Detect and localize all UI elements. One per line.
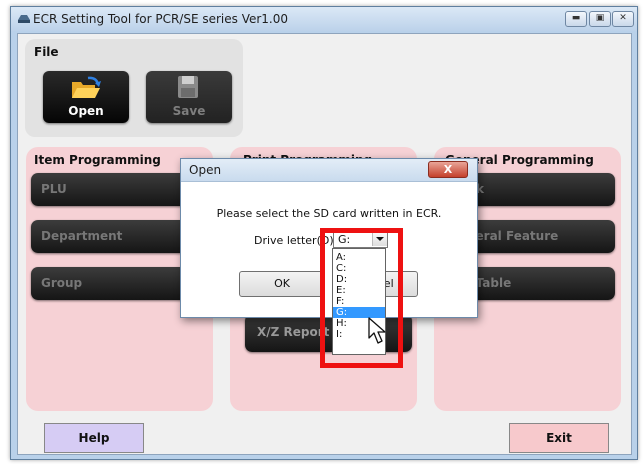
dialog-title-bar: Open X	[181, 159, 477, 182]
ok-button[interactable]: OK	[239, 271, 325, 297]
save-button[interactable]: Save	[146, 71, 232, 123]
title-bar: ECR Setting Tool for PCR/SE series Ver1.…	[11, 7, 637, 31]
dialog-title: Open	[189, 163, 222, 177]
open-button[interactable]: Open	[43, 71, 129, 123]
maximize-button[interactable]: ▣	[589, 11, 611, 27]
department-button-label: Department	[41, 229, 123, 243]
dialog-close-button[interactable]: X	[428, 161, 468, 178]
close-window-button[interactable]: ✕	[612, 11, 634, 27]
save-disk-icon	[178, 76, 198, 98]
plu-button-label: PLU	[41, 182, 67, 196]
open-folder-icon	[72, 76, 101, 98]
app-icon	[18, 15, 30, 23]
help-button[interactable]: Help	[44, 423, 144, 453]
dialog-message: Please select the SD card written in ECR…	[216, 207, 442, 220]
item-programming-title: Item Programming	[34, 153, 161, 167]
file-panel: File Open Save	[25, 39, 243, 137]
save-button-label: Save	[172, 104, 206, 118]
window-title: ECR Setting Tool for PCR/SE series Ver1.…	[33, 12, 289, 26]
minimize-button[interactable]: ▬	[565, 11, 587, 27]
group-button-label: Group	[41, 276, 83, 290]
file-panel-title: File	[34, 45, 59, 59]
mouse-cursor-icon	[368, 317, 386, 344]
exit-button[interactable]: Exit	[509, 423, 609, 453]
xz-report-button-label: X/Z Report	[257, 325, 330, 339]
open-button-label: Open	[68, 104, 104, 118]
highlight-box	[320, 228, 403, 368]
